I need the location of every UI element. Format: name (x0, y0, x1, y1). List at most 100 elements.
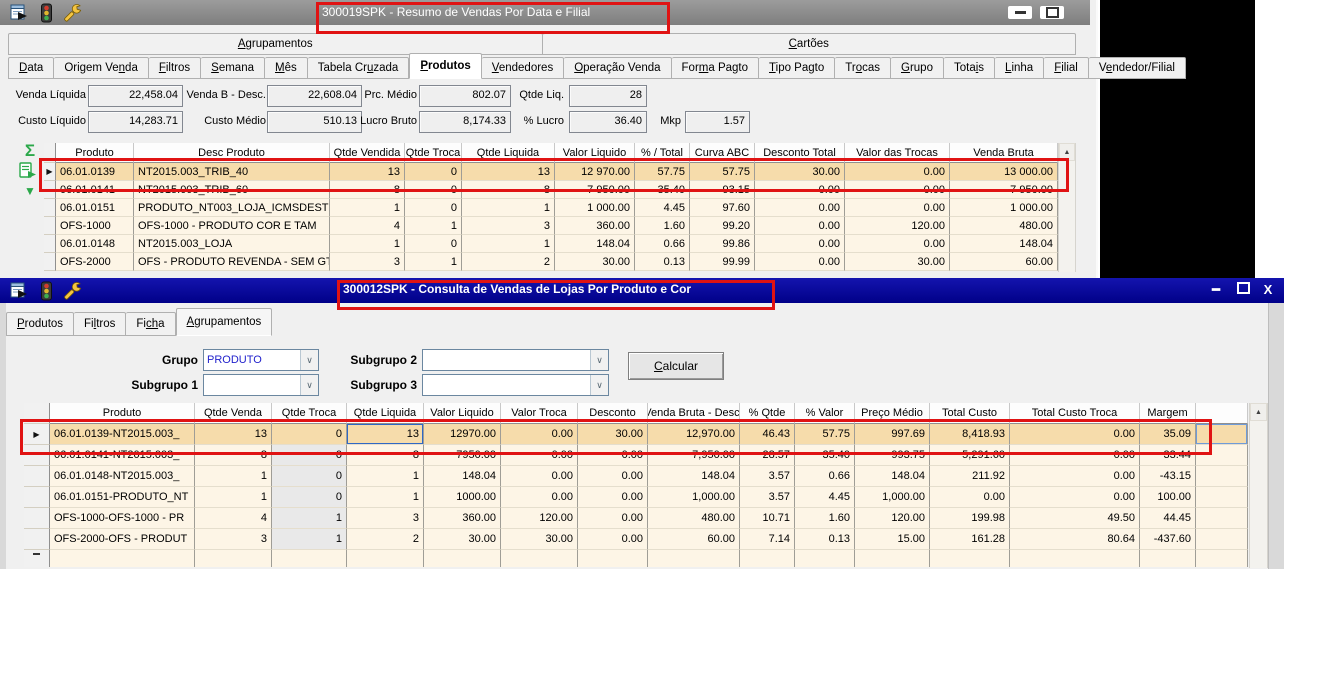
table-cell[interactable]: 0.66 (795, 466, 855, 487)
table-cell[interactable]: 06.01.0141 (56, 181, 134, 199)
table-cell[interactable]: 120.00 (855, 508, 930, 529)
calcular-button[interactable]: Calcular (628, 352, 724, 380)
row-selector[interactable] (44, 181, 56, 199)
table-cell[interactable]: NT2015.003_TRIB_60 (134, 181, 330, 199)
table-cell[interactable]: 13 (195, 424, 272, 445)
tab-agrupamentos[interactable]: Agrupamentos (176, 308, 273, 336)
tab-grupo[interactable]: Grupo (891, 57, 944, 79)
table-cell[interactable]: 0.00 (578, 445, 648, 466)
table-cell[interactable]: 0.00 (1010, 445, 1140, 466)
table-cell[interactable]: 7 950.00 (950, 181, 1058, 199)
column-header[interactable]: Produto (50, 403, 195, 424)
table-row[interactable]: OFS-2000-OFS - PRODUT31230.0030.000.0060… (24, 529, 1248, 550)
wrench-icon[interactable] (63, 3, 83, 23)
table-cell[interactable]: 0 (405, 199, 462, 217)
table-cell[interactable]: 0.00 (578, 508, 648, 529)
table-cell[interactable]: -43.15 (1140, 466, 1196, 487)
table-cell[interactable]: 0.66 (635, 235, 690, 253)
table-cell[interactable]: 10.71 (740, 508, 795, 529)
tab-produtos[interactable]: Produtos (6, 312, 74, 336)
column-header[interactable]: Qtde Liquida (347, 403, 424, 424)
table-cell[interactable]: 360.00 (555, 217, 635, 235)
table-cell[interactable]: 0.00 (845, 199, 950, 217)
tab-totais[interactable]: Totais (944, 57, 995, 79)
table-cell[interactable]: 57.75 (635, 163, 690, 181)
table-cell[interactable]: 0.00 (845, 163, 950, 181)
column-header[interactable]: Venda Bruta (950, 143, 1058, 163)
table-cell[interactable]: 12,970.00 (648, 424, 740, 445)
table-cell[interactable]: 3 (462, 217, 555, 235)
table-cell[interactable]: 0 (272, 424, 347, 445)
table-cell[interactable]: 06.01.0151-PRODUTO_NT (50, 487, 195, 508)
row-selector[interactable]: ▶ (24, 424, 50, 445)
table-cell[interactable]: 8 (195, 445, 272, 466)
column-header[interactable]: Curva ABC (690, 143, 755, 163)
scroll-up-icon[interactable]: ▲ (1250, 403, 1267, 421)
traffic-light-icon[interactable] (40, 3, 53, 23)
table-cell[interactable]: 4.45 (795, 487, 855, 508)
table-cell[interactable]: 1 (195, 487, 272, 508)
table-cell[interactable]: 1 (347, 487, 424, 508)
column-header[interactable]: Qtde Liquida (462, 143, 555, 163)
table-cell[interactable]: 0 (272, 466, 347, 487)
table-cell[interactable]: 8,418.93 (930, 424, 1010, 445)
column-header[interactable]: Desconto Total (755, 143, 845, 163)
table-cell[interactable]: 0 (272, 445, 347, 466)
table-cell[interactable]: PRODUTO_NT003_LOJA_ICMSDESTINO (134, 199, 330, 217)
table-cell[interactable]: 13 (330, 163, 405, 181)
column-header[interactable]: Valor Troca (501, 403, 578, 424)
table-cell[interactable]: 44.45 (1140, 508, 1196, 529)
table-cell-empty[interactable] (1196, 466, 1248, 487)
table-cell[interactable]: OFS-1000 - PRODUTO COR E TAM (134, 217, 330, 235)
table-cell[interactable]: 06.01.0151 (56, 199, 134, 217)
column-header[interactable]: Preço Médio (855, 403, 930, 424)
table-cell-empty[interactable] (1196, 424, 1248, 445)
table-cell[interactable]: 1 (330, 235, 405, 253)
window2-maximize-button[interactable] (1233, 282, 1253, 297)
table-cell[interactable]: 06.01.0148-NT2015.003_ (50, 466, 195, 487)
column-header[interactable]: Total Custo (930, 403, 1010, 424)
table-cell[interactable]: 3 (347, 508, 424, 529)
table-cell[interactable]: 80.64 (1010, 529, 1140, 550)
tab-data[interactable]: Data (8, 57, 54, 79)
column-header[interactable]: % / Total (635, 143, 690, 163)
tab-ficha[interactable]: Ficha (126, 312, 175, 336)
table-cell[interactable]: 13 (347, 424, 424, 445)
table-cell[interactable]: 4 (330, 217, 405, 235)
table-cell[interactable]: 0.13 (635, 253, 690, 271)
row-selector[interactable] (44, 199, 56, 217)
row-selector[interactable] (24, 466, 50, 487)
chevron-down-icon[interactable]: ∨ (590, 375, 608, 395)
window1-vertical-scrollbar[interactable]: ▲ (1058, 143, 1076, 272)
table-cell[interactable]: 2 (462, 253, 555, 271)
subgrupo2-combobox[interactable]: ∨ (422, 349, 609, 371)
table-cell[interactable]: 0.00 (845, 235, 950, 253)
tab-trocas[interactable]: Trocas (835, 57, 891, 79)
table-cell[interactable]: 49.50 (1010, 508, 1140, 529)
table-cell[interactable]: 1 000.00 (950, 199, 1058, 217)
table-cell[interactable]: 30.00 (501, 529, 578, 550)
scroll-up-icon[interactable]: ▲ (1059, 143, 1075, 161)
tab-produtos[interactable]: Produtos (409, 53, 481, 79)
table-cell[interactable]: 1000.00 (424, 487, 501, 508)
subgrupo3-combobox[interactable]: ∨ (422, 374, 609, 396)
tab-filtros[interactable]: Filtros (74, 312, 126, 336)
row-selector[interactable] (44, 253, 56, 271)
row-selector[interactable] (24, 487, 50, 508)
table-cell[interactable]: 7,950.00 (648, 445, 740, 466)
table-cell[interactable]: OFS-1000 (56, 217, 134, 235)
table-cell[interactable]: 30.00 (578, 424, 648, 445)
table-cell[interactable]: OFS-2000 (56, 253, 134, 271)
table-cell[interactable]: 0.00 (1010, 424, 1140, 445)
tab-vendedor-filial[interactable]: Vendedor/Filial (1089, 57, 1186, 79)
table-row[interactable]: 06.01.0141-NT2015.003_8087950.000.000.00… (24, 445, 1248, 466)
column-header[interactable]: Desconto (578, 403, 648, 424)
table-cell[interactable]: 3.57 (740, 487, 795, 508)
table-cell[interactable]: 0.00 (501, 445, 578, 466)
tab-filtros[interactable]: Filtros (149, 57, 201, 79)
table-cell-empty[interactable] (1196, 445, 1248, 466)
table-cell[interactable]: 1.60 (635, 217, 690, 235)
table-cell[interactable]: 1 (347, 466, 424, 487)
table-cell[interactable]: 3 (195, 529, 272, 550)
table-cell[interactable]: 148.04 (855, 466, 930, 487)
